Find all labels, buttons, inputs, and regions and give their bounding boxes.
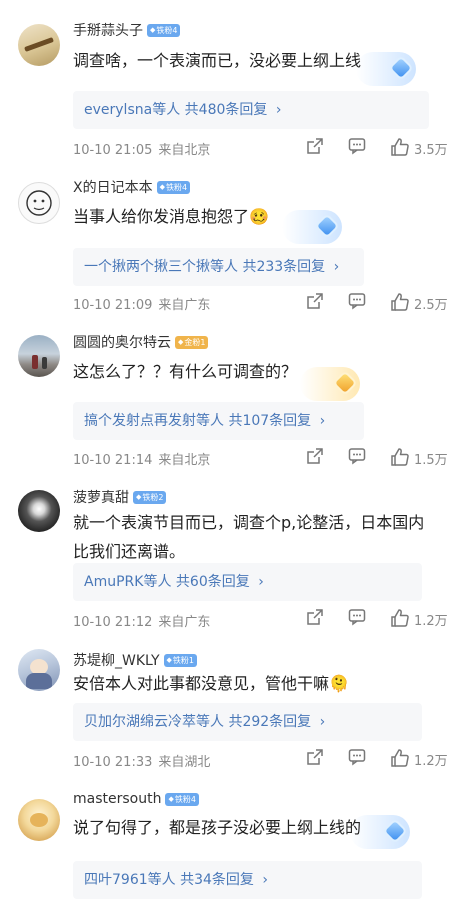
replies-link[interactable]: everylsna等人 共480条回复 › xyxy=(73,91,429,129)
fan-badge-icon: ◆ xyxy=(136,492,142,501)
share-icon[interactable] xyxy=(306,608,326,628)
like-count: 1.2万 xyxy=(414,614,448,629)
replies-link[interactable]: 四叶7961等人 共34条回复 › xyxy=(73,861,422,899)
username[interactable]: 苏堤柳_WKLY ◆ 铁粉1 xyxy=(73,650,197,670)
comment-text[interactable]: 调查啥，一个表演而已，没必要上纲上线 xyxy=(73,46,413,75)
chevron-right-icon: › xyxy=(258,574,264,590)
like-count: 3.5万 xyxy=(414,143,448,158)
comment-actions: 2.5万 xyxy=(0,292,452,314)
chevron-right-icon: › xyxy=(319,714,326,730)
comment-icon[interactable] xyxy=(348,137,368,157)
share-icon[interactable] xyxy=(306,137,326,157)
chevron-right-icon: › xyxy=(262,872,268,888)
fan-badge-icon: ◆ xyxy=(159,182,165,191)
replies-link[interactable]: 一个揪两个揪三个揪等人 共233条回复 › xyxy=(73,248,364,286)
fan-badge: ◆ 铁粉1 xyxy=(163,653,197,667)
avatar[interactable] xyxy=(18,335,60,377)
like-icon[interactable] xyxy=(390,608,410,628)
comment-actions: 3.5万 xyxy=(0,137,452,159)
like-count: 1.2万 xyxy=(414,754,448,769)
username[interactable]: mastersouth ◆ 铁粉4 xyxy=(73,791,199,807)
username[interactable]: 手掰蒜头子 ◆ 铁粉4 xyxy=(73,20,181,40)
like-count: 1.5万 xyxy=(414,453,448,468)
like-count: 2.5万 xyxy=(414,298,448,313)
share-icon[interactable] xyxy=(306,748,326,768)
avatar[interactable] xyxy=(18,649,60,691)
share-icon[interactable] xyxy=(306,447,326,467)
chevron-right-icon: › xyxy=(333,259,340,275)
comment-icon[interactable] xyxy=(348,447,368,467)
username[interactable]: 圆圆的奥尔特云 ◆ 金粉1 xyxy=(73,332,209,352)
fan-badge: ◆ 铁粉4 xyxy=(147,23,181,37)
comment-text[interactable]: 这怎么了？？有什么可调查的？ xyxy=(73,357,413,386)
avatar[interactable] xyxy=(18,490,60,532)
chevron-right-icon: › xyxy=(319,413,326,429)
like-icon[interactable] xyxy=(390,447,410,467)
replies-link[interactable]: 贝加尔湖绵云冷萃等人 共292条回复 › xyxy=(73,703,422,741)
comment-actions: 1.2万 xyxy=(0,608,452,630)
replies-link[interactable]: 搞个发射点再发射等人 共107条回复 › xyxy=(73,402,364,440)
like-icon[interactable] xyxy=(390,137,410,157)
comment-icon[interactable] xyxy=(348,748,368,768)
like-icon[interactable] xyxy=(390,748,410,768)
username[interactable]: 菠萝真甜 ◆ 铁粉2 xyxy=(73,487,167,507)
fan-badge: ◆ 金粉1 xyxy=(175,335,209,349)
comment-icon[interactable] xyxy=(348,292,368,312)
comment-icon[interactable] xyxy=(348,608,368,628)
comment-actions: 1.5万 xyxy=(0,447,452,469)
avatar[interactable] xyxy=(18,799,60,841)
replies-link[interactable]: AmuPRK等人 共60条回复 › xyxy=(73,563,422,601)
username[interactable]: X的日记本本 ◆ 铁粉4 xyxy=(73,177,191,197)
comment-text[interactable]: 就一个表演节目而已，调查个p,论整活，日本国内 比我们还离谱。 xyxy=(73,508,445,566)
comment-item: mastersouth ◆ 铁粉4 说了句得了，都是孩子没必要上纲上线的 四叶79… xyxy=(0,785,452,900)
fan-badge: ◆ 铁粉2 xyxy=(133,490,167,504)
fan-badge-icon: ◆ xyxy=(166,655,172,664)
fan-badge-icon: ◆ xyxy=(178,337,184,346)
like-icon[interactable] xyxy=(390,292,410,312)
fan-badge-icon: ◆ xyxy=(150,25,156,34)
avatar[interactable] xyxy=(18,182,60,224)
comment-text[interactable]: 当事人给你发消息抱怨了🥴 xyxy=(73,202,413,231)
fan-badge-icon: ◆ xyxy=(168,794,174,803)
comment-text[interactable]: 安倍本人对此事都没意见，管他干嘛🫠 xyxy=(73,669,413,698)
fan-badge: ◆ 铁粉4 xyxy=(165,792,199,806)
chevron-right-icon: › xyxy=(275,102,282,118)
share-icon[interactable] xyxy=(306,292,326,312)
avatar[interactable] xyxy=(18,24,60,66)
fan-badge: ◆ 铁粉4 xyxy=(156,180,191,194)
comment-text[interactable]: 说了句得了，都是孩子没必要上纲上线的 xyxy=(73,813,413,842)
comment-actions: 1.2万 xyxy=(0,748,452,770)
